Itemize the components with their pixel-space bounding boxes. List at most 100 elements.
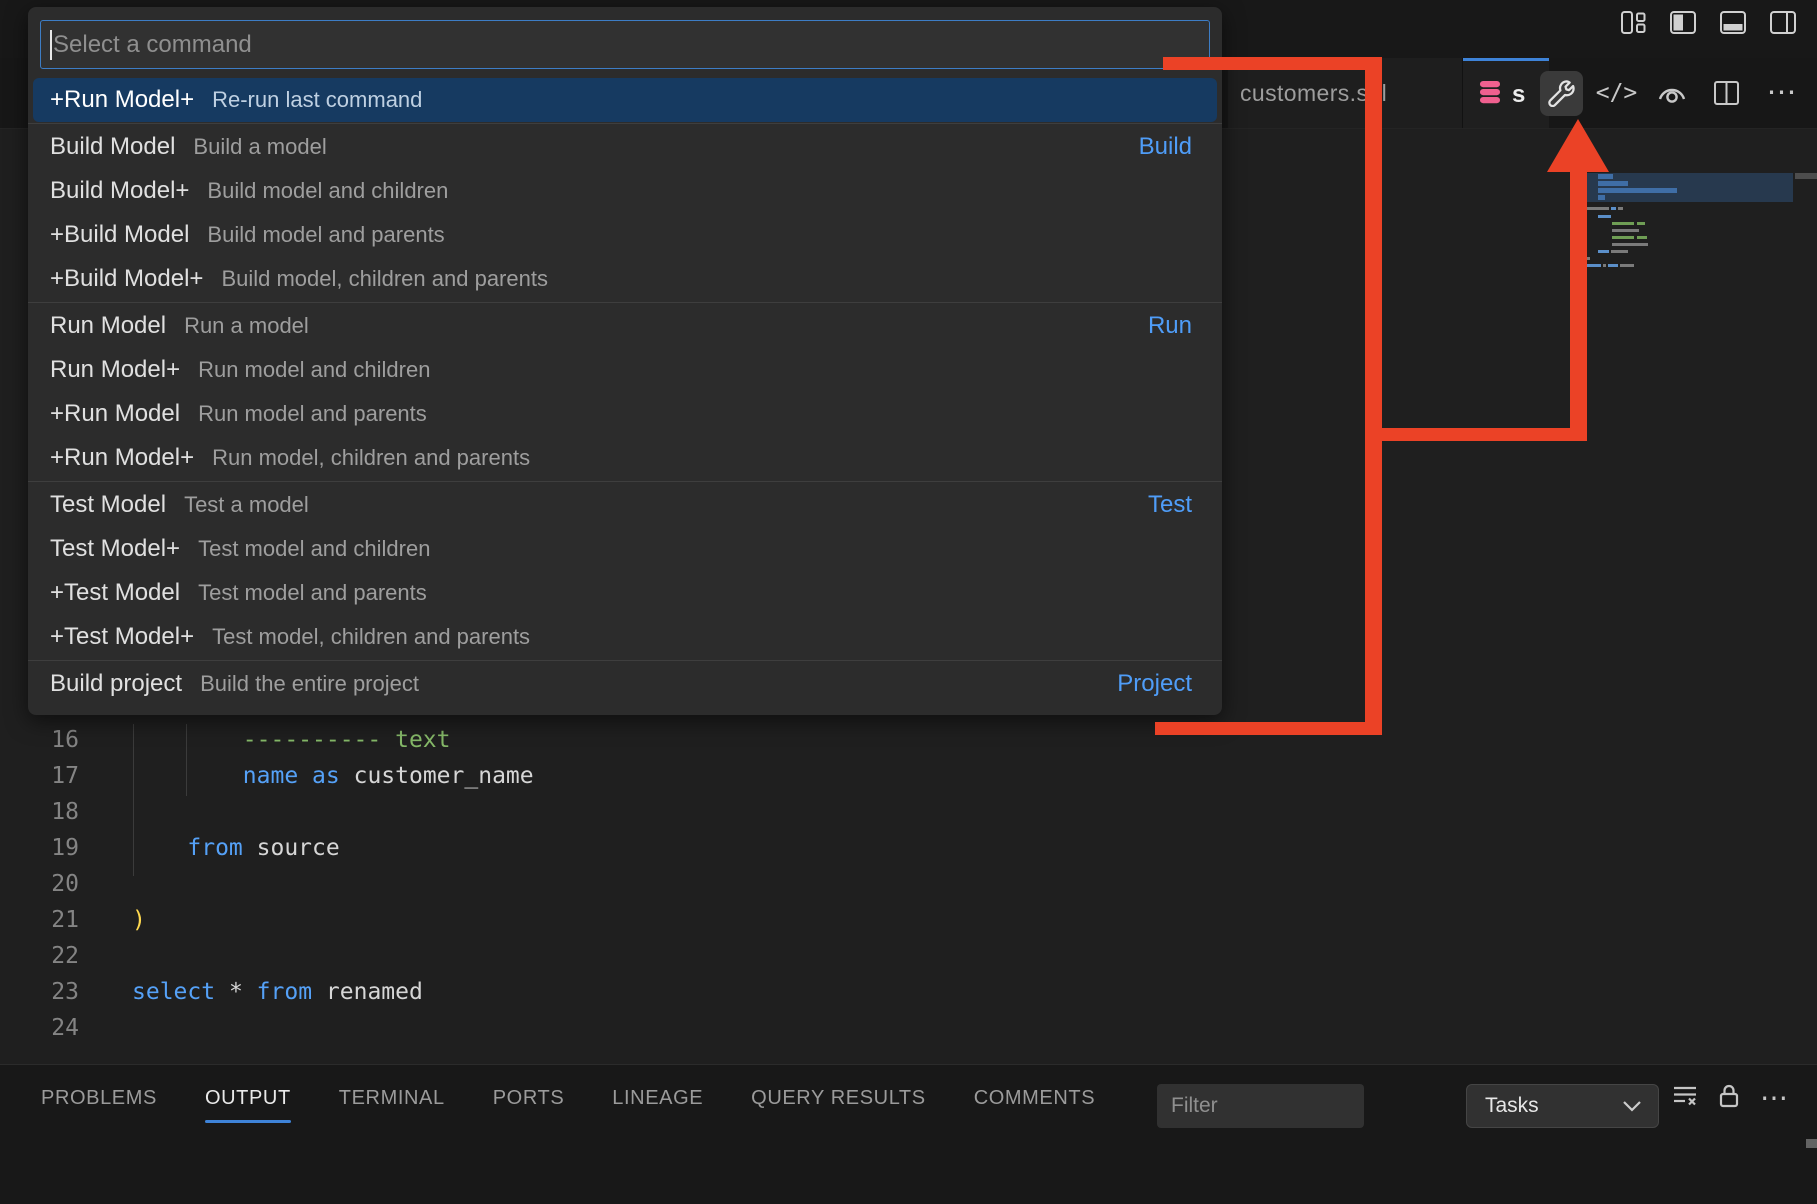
more-icon[interactable]: ⋯ — [1760, 1093, 1788, 1103]
clear-output-icon[interactable] — [1672, 1084, 1698, 1113]
command-description: Run a model — [184, 313, 309, 339]
command-label: +Build Model+ — [50, 265, 203, 293]
panel-scrollbar[interactable] — [1806, 1139, 1817, 1148]
command-description: Test model and parents — [198, 580, 427, 606]
command-label: Test Model+ — [50, 535, 180, 563]
line-number: 16 — [0, 722, 79, 758]
annotation-line-top — [1163, 57, 1382, 70]
code-area[interactable]: ---------- text name as customer_name fr… — [132, 722, 534, 1046]
panel-tab-query-results[interactable]: QUERY RESULTS — [751, 1065, 926, 1131]
panel-tab-comments[interactable]: COMMENTS — [974, 1065, 1095, 1131]
command-description: Test model and children — [198, 536, 430, 562]
line-number: 21 — [0, 902, 79, 938]
more-actions-icon[interactable]: ⋯ — [1760, 71, 1803, 116]
command-item[interactable]: +Build Model Build model and parents — [28, 213, 1222, 257]
split-editor-icon[interactable] — [1705, 71, 1748, 116]
code-line — [132, 866, 534, 902]
command-item[interactable]: +Run Model+Re-run last command — [33, 78, 1217, 122]
command-group-action[interactable]: Run — [1148, 312, 1192, 340]
filter-placeholder: Filter — [1171, 1094, 1218, 1118]
command-description: Run model and parents — [198, 401, 427, 427]
command-palette: Select a command +Run Model+Re-run last … — [28, 7, 1222, 715]
tab-active-sql-file[interactable]: s — [1463, 58, 1549, 128]
command-description: Run model and children — [198, 357, 430, 383]
indent-guide — [133, 724, 134, 876]
window-layout-controls — [1620, 9, 1797, 36]
lock-icon[interactable] — [1718, 1083, 1740, 1114]
toggle-sidebar-icon[interactable] — [1669, 9, 1697, 36]
command-item[interactable]: +Run Model Run model and parents — [28, 392, 1222, 436]
command-item[interactable]: Run Model+ Run model and children — [28, 348, 1222, 392]
command-item[interactable]: +Run Model+ Run model, children and paren… — [28, 436, 1222, 480]
command-item[interactable]: Test Model+ Test model and children — [28, 527, 1222, 571]
text-caret — [50, 30, 52, 60]
code-line: name as customer_name — [132, 758, 534, 794]
command-item[interactable]: Build projectBuild the entire projectPro… — [28, 662, 1222, 706]
command-input-placeholder: Select a command — [53, 31, 252, 59]
code-line: select * from renamed — [132, 974, 534, 1010]
command-description: Re-run last command — [212, 87, 422, 113]
chevron-down-icon — [1622, 1100, 1642, 1112]
customize-layout-icon[interactable] — [1620, 9, 1647, 36]
code-line: from source — [132, 830, 534, 866]
command-item[interactable]: Build Model+Build model and children — [28, 169, 1222, 213]
database-icon — [1477, 79, 1503, 110]
command-label: +Run Model+ — [50, 444, 194, 472]
command-label: Run Model — [50, 312, 166, 340]
panel-tab-lineage[interactable]: LINEAGE — [612, 1065, 703, 1131]
command-group-action[interactable]: Build — [1139, 133, 1192, 161]
filter-input[interactable]: Filter — [1157, 1084, 1364, 1128]
bottom-panel: PROBLEMS OUTPUT TERMINAL PORTS LINEAGE QUERY … — [0, 1064, 1817, 1204]
line-number: 20 — [0, 866, 79, 902]
command-item[interactable]: +Test ModelTest model and parents — [28, 571, 1222, 615]
command-item[interactable]: +Test Model+ Test model, children and par… — [28, 615, 1222, 659]
tasks-dropdown[interactable]: Tasks — [1466, 1084, 1659, 1128]
editor-actions: </> ⋯ — [1540, 58, 1803, 128]
command-input[interactable]: Select a command — [40, 20, 1210, 69]
tab-label: s — [1512, 81, 1525, 109]
command-item[interactable]: Test ModelTest a modelTest — [28, 483, 1222, 527]
code-line — [132, 1010, 534, 1046]
command-group-action[interactable]: Project — [1117, 670, 1192, 698]
command-description: Build model and children — [207, 178, 448, 204]
annotation-arrowhead — [1547, 119, 1609, 172]
toggle-panel-icon[interactable] — [1719, 9, 1747, 36]
command-label: +Test Model+ — [50, 623, 194, 651]
annotation-line-vertical — [1365, 57, 1382, 735]
preview-eye-icon[interactable] — [1650, 71, 1693, 116]
indent-guide — [186, 724, 187, 796]
code-line — [132, 938, 534, 974]
command-item[interactable]: Clean projectRun `dbt clean` — [28, 706, 1222, 715]
command-label: Clean project — [50, 714, 191, 715]
command-label: +Run Model — [50, 400, 180, 428]
wrench-icon[interactable] — [1540, 71, 1583, 116]
command-description: Build model, children and parents — [221, 266, 548, 292]
command-item[interactable]: Run Model Run a model Run — [28, 304, 1222, 348]
editor-scrollbar[interactable] — [1795, 173, 1817, 179]
line-number: 19 — [0, 830, 79, 866]
command-label: Build Model — [50, 133, 175, 161]
command-description: Run model, children and parents — [212, 445, 530, 471]
panel-tab-ports[interactable]: PORTS — [493, 1065, 565, 1131]
vscode-window: customers.sql s </> — [0, 0, 1817, 1204]
command-item[interactable]: Build Model Build a model Build — [28, 125, 1222, 169]
panel-tab-terminal[interactable]: TERMINAL — [339, 1065, 445, 1131]
command-description: Build a model — [193, 134, 326, 160]
list-separator — [28, 123, 1222, 124]
code-line: ) — [132, 902, 534, 938]
panel-tab-output[interactable]: OUTPUT — [205, 1065, 291, 1131]
command-description: Test model, children and parents — [212, 624, 530, 650]
command-label: +Build Model — [50, 221, 189, 249]
line-number: 18 — [0, 794, 79, 830]
command-label: Run Model+ — [50, 356, 180, 384]
command-description: Build model and parents — [207, 222, 444, 248]
command-item[interactable]: +Build Model+ Build model, children and p… — [28, 257, 1222, 301]
panel-tabs: PROBLEMS OUTPUT TERMINAL PORTS LINEAGE QUERY … — [41, 1065, 1095, 1131]
code-icon[interactable]: </> — [1595, 71, 1638, 116]
list-separator — [28, 302, 1222, 303]
command-description: Build the entire project — [200, 671, 419, 697]
toggle-secondary-sidebar-icon[interactable] — [1769, 9, 1797, 36]
panel-tab-problems[interactable]: PROBLEMS — [41, 1065, 157, 1131]
tasks-label: Tasks — [1485, 1094, 1539, 1118]
command-group-action[interactable]: Test — [1148, 491, 1192, 519]
